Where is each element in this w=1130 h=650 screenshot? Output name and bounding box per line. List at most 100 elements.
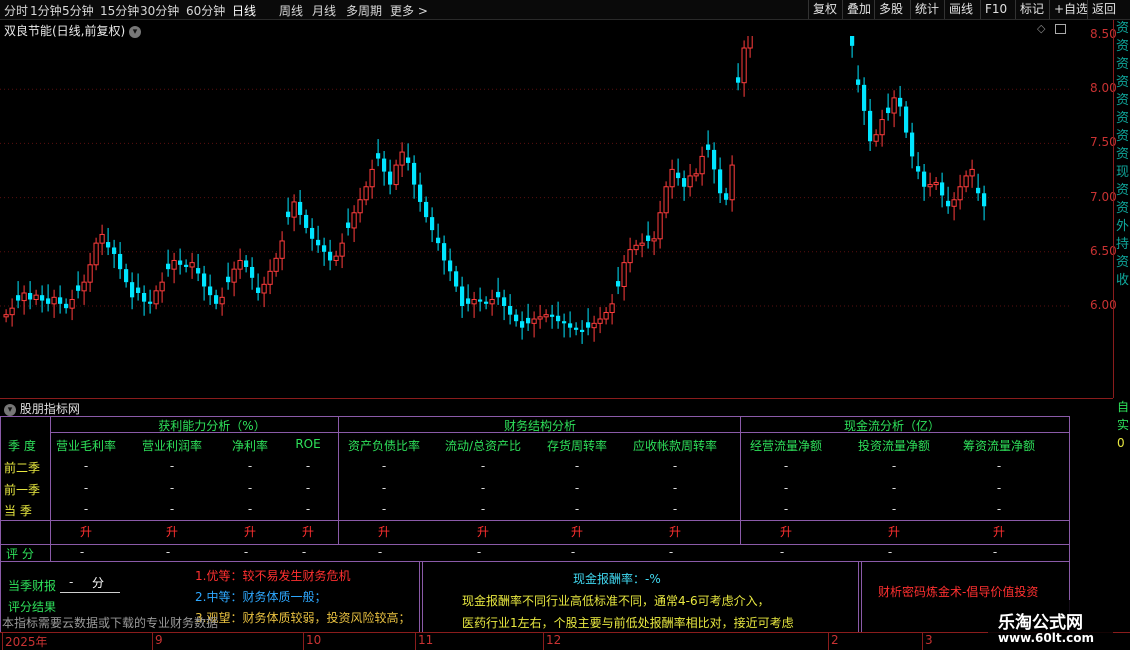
candle-body[interactable] <box>399 151 405 166</box>
chevron-down-icon[interactable]: ▾ <box>4 403 16 416</box>
candle-body[interactable] <box>58 297 63 304</box>
candle-body[interactable] <box>250 266 255 278</box>
candle-body[interactable] <box>33 294 39 300</box>
toolbar-button-1[interactable]: 叠加 <box>842 0 871 19</box>
candle-body[interactable] <box>106 242 111 248</box>
candle-body[interactable] <box>508 306 513 315</box>
candle-body[interactable] <box>159 281 165 292</box>
candle-body[interactable] <box>369 168 375 188</box>
candle-body[interactable] <box>237 259 243 270</box>
candle-body[interactable] <box>609 303 615 314</box>
candle-body[interactable] <box>136 287 141 293</box>
candle-body[interactable] <box>982 193 987 207</box>
candle-body[interactable] <box>322 245 327 252</box>
timeframe-tab-5[interactable]: 60分钟 <box>186 2 225 19</box>
candle-body[interactable] <box>244 260 249 267</box>
candle-body[interactable] <box>724 193 729 200</box>
candle-body[interactable] <box>166 263 171 270</box>
candle-body[interactable] <box>171 259 177 270</box>
candle-body[interactable] <box>639 242 645 246</box>
toolbar-button-5[interactable]: F10 <box>980 0 1007 19</box>
candle-body[interactable] <box>957 186 963 201</box>
candle-body[interactable] <box>3 314 9 318</box>
candle-body[interactable] <box>178 260 183 265</box>
candle-body[interactable] <box>333 255 339 261</box>
candle-body[interactable] <box>142 292 147 302</box>
candlestick-chart[interactable] <box>0 36 1070 396</box>
candle-body[interactable] <box>316 239 321 246</box>
candle-body[interactable] <box>922 171 927 187</box>
candle-body[interactable] <box>543 314 549 318</box>
candle-body[interactable] <box>267 270 273 285</box>
timeframe-tab-4[interactable]: 30分钟 <box>140 2 179 19</box>
candle-body[interactable] <box>291 201 297 218</box>
candle-body[interactable] <box>189 262 195 268</box>
candle-body[interactable] <box>682 178 687 187</box>
timeframe-tab-10[interactable]: 更多 > <box>390 2 428 19</box>
candle-body[interactable] <box>969 168 975 177</box>
candle-body[interactable] <box>208 286 213 296</box>
candle-body[interactable] <box>471 298 477 305</box>
candle-body[interactable] <box>406 157 411 163</box>
candle-body[interactable] <box>898 97 903 107</box>
candle-body[interactable] <box>388 171 393 185</box>
candle-body[interactable] <box>712 149 717 170</box>
candle-body[interactable] <box>663 186 669 214</box>
candle-body[interactable] <box>556 315 561 322</box>
candle-body[interactable] <box>946 200 951 207</box>
diamond-icon[interactable]: ◇ <box>1037 22 1045 35</box>
toolbar-button-2[interactable]: 多股 <box>874 0 903 19</box>
window-icon[interactable] <box>1055 24 1066 34</box>
candle-body[interactable] <box>496 291 501 298</box>
candle-body[interactable] <box>729 164 735 201</box>
candle-body[interactable] <box>184 264 189 267</box>
candle-body[interactable] <box>363 186 369 201</box>
candle-body[interactable] <box>93 242 99 266</box>
candle-body[interactable] <box>531 318 537 324</box>
candle-body[interactable] <box>418 184 423 202</box>
candle-body[interactable] <box>927 184 933 188</box>
candle-body[interactable] <box>298 201 303 215</box>
candle-body[interactable] <box>231 268 237 283</box>
candle-body[interactable] <box>693 173 699 177</box>
timeframe-tab-2[interactable]: 5分钟 <box>62 2 94 19</box>
candle-body[interactable] <box>951 199 957 207</box>
timeframe-tab-8[interactable]: 月线 <box>312 2 336 19</box>
candle-body[interactable] <box>657 212 663 240</box>
candle-body[interactable] <box>279 240 285 259</box>
candle-body[interactable] <box>514 314 519 322</box>
candle-body[interactable] <box>568 323 573 328</box>
candle-body[interactable] <box>868 110 873 142</box>
candle-body[interactable] <box>591 322 597 329</box>
candle-body[interactable] <box>148 301 153 304</box>
candle-body[interactable] <box>202 273 207 287</box>
candle-body[interactable] <box>850 36 855 46</box>
toolbar-button-8[interactable]: 返回 <box>1087 0 1116 19</box>
candle-body[interactable] <box>502 297 507 306</box>
candle-body[interactable] <box>526 317 531 324</box>
candle-body[interactable] <box>76 285 81 291</box>
candle-body[interactable] <box>430 217 435 231</box>
candle-body[interactable] <box>856 79 861 85</box>
candle-body[interactable] <box>478 299 483 302</box>
candle-body[interactable] <box>346 222 351 228</box>
candle-body[interactable] <box>16 295 21 301</box>
candle-body[interactable] <box>963 175 969 188</box>
candle-body[interactable] <box>484 301 489 304</box>
candle-body[interactable] <box>646 235 651 241</box>
candle-body[interactable] <box>328 251 333 261</box>
candle-body[interactable] <box>562 321 567 324</box>
candle-body[interactable] <box>376 153 381 159</box>
candle-body[interactable] <box>466 298 471 304</box>
candle-body[interactable] <box>382 158 387 172</box>
candle-body[interactable] <box>21 292 27 302</box>
candle-body[interactable] <box>633 244 639 251</box>
candle-body[interactable] <box>976 187 981 194</box>
candle-body[interactable] <box>226 276 231 283</box>
candle-body[interactable] <box>550 314 555 317</box>
candle-body[interactable] <box>214 295 219 304</box>
candle-body[interactable] <box>51 296 57 305</box>
candle-body[interactable] <box>46 298 51 304</box>
candle-body[interactable] <box>904 106 909 133</box>
candle-body[interactable] <box>586 322 591 328</box>
